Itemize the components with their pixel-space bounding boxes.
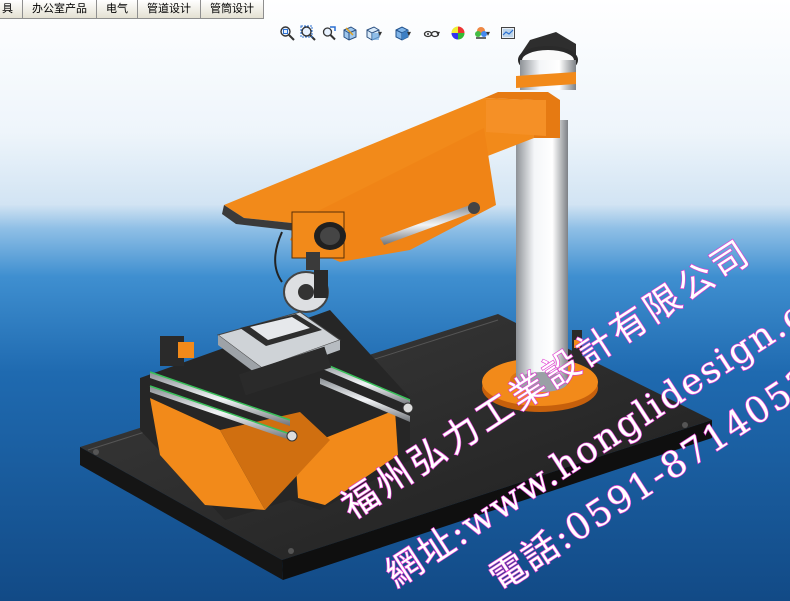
edit-appearance-icon[interactable] [449,24,467,42]
heads-up-view-toolbar: ▾ ▾ ▾ ▾ [278,24,517,42]
section-view-icon[interactable] [341,24,359,42]
hide-show-items-icon[interactable]: ▾ [420,24,446,42]
previous-view-icon[interactable] [320,24,338,42]
display-style-icon[interactable]: ▾ [391,24,417,42]
pillar-bracket [572,330,582,360]
tab-electrical[interactable]: 电气 [97,0,138,18]
view-settings-icon[interactable] [499,24,517,42]
tab-tools[interactable]: 具 [0,0,23,18]
welding-machine-model[interactable] [0,0,790,601]
column [516,120,568,392]
view-orientation-icon[interactable]: ▾ [362,24,388,42]
column-top-cap [516,32,578,90]
apply-scene-icon[interactable]: ▾ [470,24,496,42]
boom-arm [222,92,560,262]
tab-tubing[interactable]: 管筒设计 [201,0,264,18]
graphics-area[interactable]: 具 办公室产品 电气 管道设计 管筒设计 ▾ ▾ ▾ ▾ 福州弘力工業設計有限公… [0,0,790,601]
tab-office-products[interactable]: 办公室产品 [23,0,97,18]
tab-piping[interactable]: 管道设计 [138,0,201,18]
zoom-to-area-icon[interactable] [299,24,317,42]
command-manager-tabs: 具 办公室产品 电气 管道设计 管筒设计 [0,0,264,19]
zoom-to-fit-icon[interactable] [278,24,296,42]
